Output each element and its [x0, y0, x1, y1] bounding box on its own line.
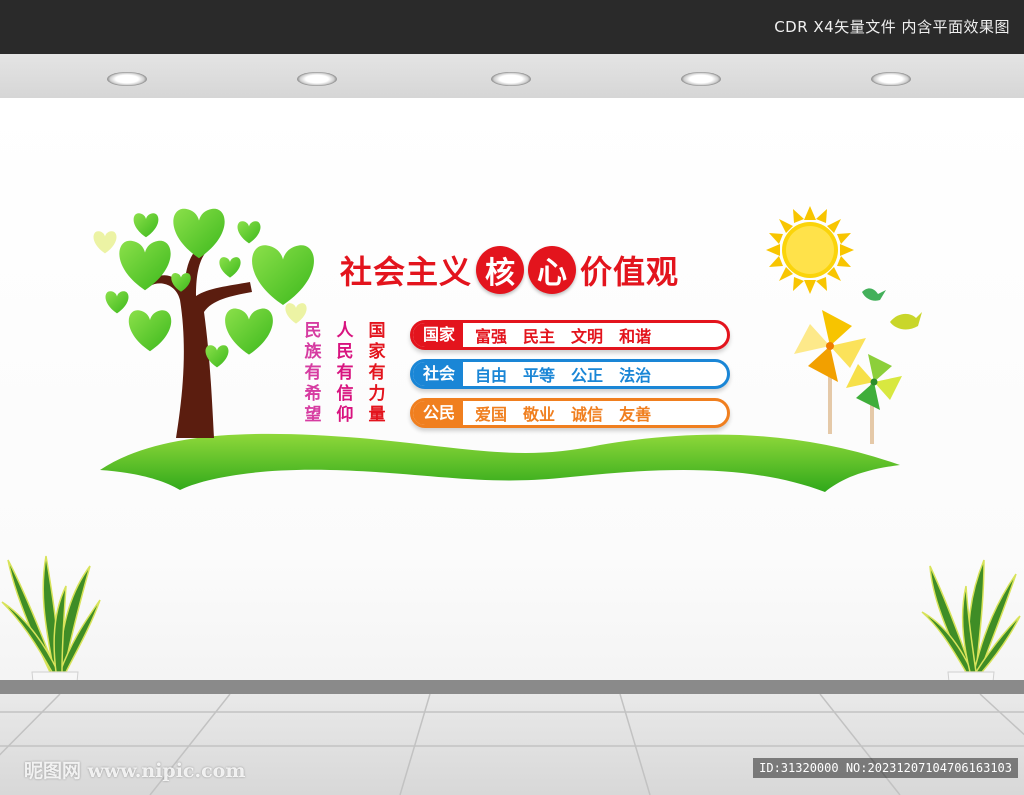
value-item: 和谐: [619, 327, 652, 346]
value-item: 平等: [523, 366, 556, 385]
title-prefix: 社会主义: [340, 253, 473, 291]
slogan-people: 人民有信仰: [336, 321, 354, 425]
page-title: 社会主义 核 心 价值观: [340, 246, 679, 294]
value-item: 民主: [523, 327, 556, 346]
value-item: 爱国: [475, 405, 508, 424]
slogan-nation: 民族有希望: [304, 321, 322, 425]
value-item: 敬业: [523, 405, 556, 424]
value-row-citizen: 公民 爱国 敬业 诚信 友善: [410, 398, 730, 428]
row-label: 社会: [413, 362, 464, 386]
value-item: 文明: [571, 327, 604, 346]
baseboard: [0, 680, 1024, 694]
watermark-left: 昵图网 www.nipic.com: [24, 760, 246, 782]
title-circle-hu: 核: [476, 246, 525, 294]
slogan-country: 国家有力量: [368, 321, 386, 425]
value-item: 法治: [619, 366, 652, 385]
pinwheel-icon: [794, 310, 902, 444]
grass-icon: [100, 433, 900, 492]
row-label: 国家: [413, 323, 464, 347]
title-suffix: 价值观: [580, 253, 680, 291]
value-item: 公正: [571, 366, 604, 385]
title-circle-xin: 心: [528, 246, 577, 294]
watermark-id: ID:31320000 NO:20231207104706163103: [753, 758, 1018, 778]
value-item: 友善: [619, 405, 652, 424]
row-label: 公民: [413, 401, 464, 425]
value-row-country: 国家 富强 民主 文明 和谐: [410, 320, 730, 350]
value-item: 自由: [475, 366, 508, 385]
tree-icon: [93, 208, 314, 438]
value-item: 富强: [475, 327, 508, 346]
value-item: 诚信: [571, 405, 604, 424]
sun-icon: [766, 206, 854, 294]
bird-icon: [862, 288, 922, 330]
value-row-society: 社会 自由 平等 公正 法治: [410, 359, 730, 389]
